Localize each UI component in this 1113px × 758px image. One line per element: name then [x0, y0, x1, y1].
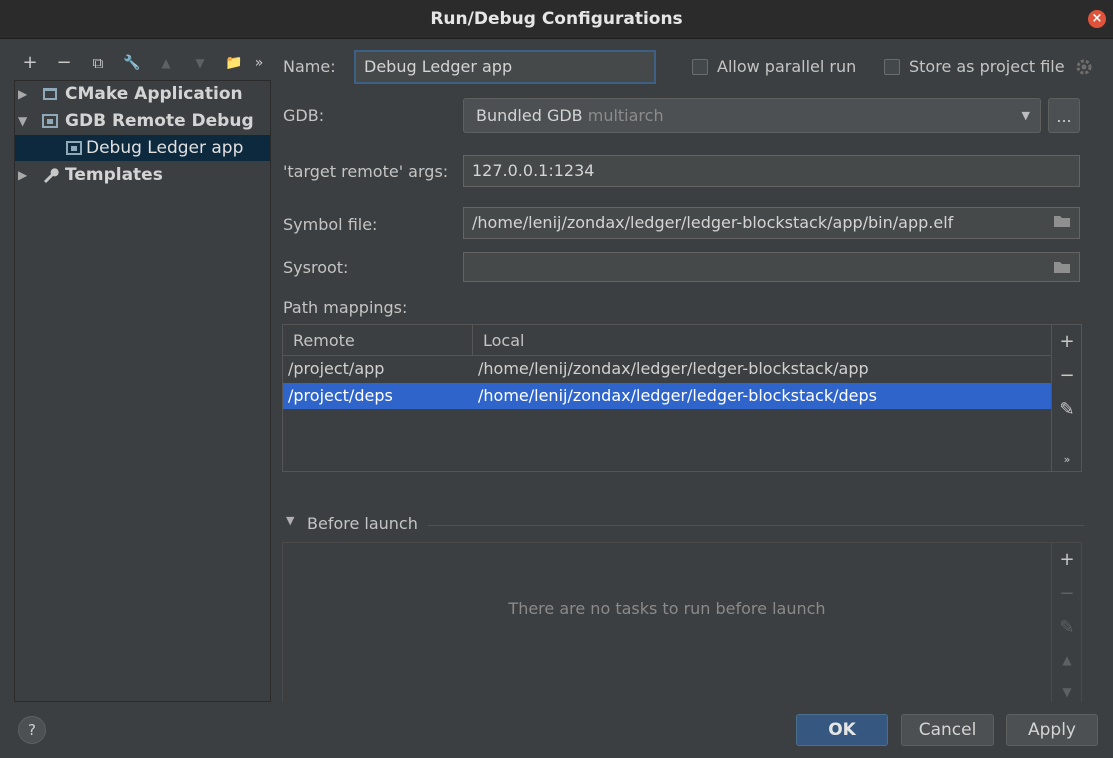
wrench-icon [44, 168, 59, 183]
remote-cell: /project/deps [288, 386, 393, 405]
column-header-local[interactable]: Local [483, 331, 524, 350]
more-mapping-tools-icon[interactable]: » [1052, 453, 1082, 466]
name-label: Name: [283, 57, 336, 76]
gdb-select[interactable]: Bundled GDB multiarch ▼ [463, 98, 1041, 133]
tree-item-gdb-remote-debug[interactable]: ▼ GDB Remote Debug [15, 108, 270, 134]
table-row[interactable]: /project/app /home/lenij/zondax/ledger/l… [283, 356, 1051, 382]
sysroot-input[interactable] [463, 252, 1080, 282]
apply-button[interactable]: Apply [1006, 714, 1098, 746]
collapse-arrow-icon[interactable]: ▼ [18, 108, 27, 134]
target-remote-label: 'target remote' args: [283, 162, 449, 181]
edit-task-button[interactable]: ✎ [1052, 617, 1082, 638]
tree-item-debug-ledger-app[interactable]: Debug Ledger app [15, 135, 270, 161]
path-mappings-table: Remote Local /project/app /home/lenij/zo… [282, 324, 1052, 472]
more-tools-icon[interactable]: » [252, 52, 266, 74]
edit-templates-button[interactable]: 🔧 [120, 52, 144, 74]
column-divider[interactable] [472, 325, 473, 355]
folder-icon[interactable] [1053, 214, 1071, 228]
gdb-browse-button[interactable]: ... [1048, 98, 1080, 133]
edit-mapping-button[interactable]: ✎ [1052, 399, 1082, 420]
symbol-file-input[interactable]: /home/lenij/zondax/ledger/ledger-blockst… [463, 207, 1080, 239]
store-as-project-file-checkbox[interactable] [884, 59, 900, 75]
add-mapping-button[interactable]: + [1052, 331, 1082, 352]
tree-item-label: Templates [65, 165, 163, 185]
table-row-selected[interactable]: /project/deps /home/lenij/zondax/ledger/… [283, 383, 1051, 409]
copy-configuration-button[interactable]: ⧉ [86, 52, 110, 74]
path-mappings-label: Path mappings: [283, 298, 408, 317]
store-as-project-file-label: Store as project file [909, 57, 1065, 76]
remove-task-button[interactable]: − [1052, 583, 1082, 604]
chevron-down-icon: ▼ [1021, 109, 1030, 122]
path-mappings-toolbar: + − ✎ » [1052, 324, 1082, 472]
help-button[interactable]: ? [18, 716, 46, 744]
allow-parallel-run-label: Allow parallel run [717, 57, 857, 76]
tree-item-label: GDB Remote Debug [65, 111, 254, 131]
cmake-application-icon [43, 88, 57, 100]
before-launch-title[interactable]: Before launch [307, 514, 418, 533]
new-folder-button[interactable]: 📁 [222, 52, 246, 74]
gdb-value: Bundled GDB [476, 106, 583, 125]
gdb-remote-debug-icon [42, 114, 58, 128]
target-remote-input[interactable]: 127.0.0.1:1234 [463, 155, 1080, 187]
empty-state-text: There are no tasks to run before launch [508, 599, 826, 618]
allow-parallel-run-checkbox[interactable] [692, 59, 708, 75]
close-icon[interactable]: × [1088, 10, 1106, 28]
symbol-file-label: Symbol file: [283, 215, 378, 234]
table-header: Remote Local [283, 325, 1051, 356]
before-launch-toolbar: + − ✎ ▲ ▼ [1052, 542, 1082, 702]
ok-button[interactable]: OK [796, 714, 888, 746]
window-title: Run/Debug Configurations [430, 9, 683, 29]
tree-item-label: CMake Application [65, 84, 243, 104]
gdb-value-suffix: multiarch [587, 106, 664, 125]
add-task-button[interactable]: + [1052, 549, 1082, 570]
collapse-arrow-icon[interactable]: ▼ [286, 514, 294, 527]
remove-mapping-button[interactable]: − [1052, 365, 1082, 386]
local-cell: /home/lenij/zondax/ledger/ledger-blockst… [478, 386, 877, 405]
folder-icon[interactable] [1053, 260, 1071, 274]
divider [428, 525, 1084, 526]
move-down-button[interactable]: ▼ [188, 52, 212, 74]
debug-config-icon [66, 141, 82, 155]
column-header-remote[interactable]: Remote [293, 331, 355, 350]
move-up-button[interactable]: ▲ [154, 52, 178, 74]
gear-icon[interactable] [1075, 58, 1093, 76]
sysroot-label: Sysroot: [283, 258, 349, 277]
gdb-label: GDB: [283, 106, 325, 125]
expand-arrow-icon[interactable]: ▶ [18, 162, 27, 188]
add-configuration-button[interactable]: + [18, 52, 42, 74]
cancel-button[interactable]: Cancel [901, 714, 994, 746]
move-task-up-button[interactable]: ▲ [1052, 653, 1082, 667]
remote-cell: /project/app [288, 359, 385, 378]
name-input[interactable]: Debug Ledger app [354, 50, 656, 84]
configuration-tree: ▶ CMake Application ▼ GDB Remote Debug D… [14, 80, 271, 702]
tree-item-templates[interactable]: ▶ Templates [15, 162, 270, 188]
title-bar: Run/Debug Configurations × [0, 0, 1113, 39]
tree-item-cmake-application[interactable]: ▶ CMake Application [15, 81, 270, 107]
remove-configuration-button[interactable]: − [52, 52, 76, 74]
before-launch-list: There are no tasks to run before launch [282, 542, 1052, 702]
local-cell: /home/lenij/zondax/ledger/ledger-blockst… [478, 359, 869, 378]
tree-item-label: Debug Ledger app [86, 138, 244, 158]
expand-arrow-icon[interactable]: ▶ [18, 81, 27, 107]
move-task-down-button[interactable]: ▼ [1052, 685, 1082, 699]
